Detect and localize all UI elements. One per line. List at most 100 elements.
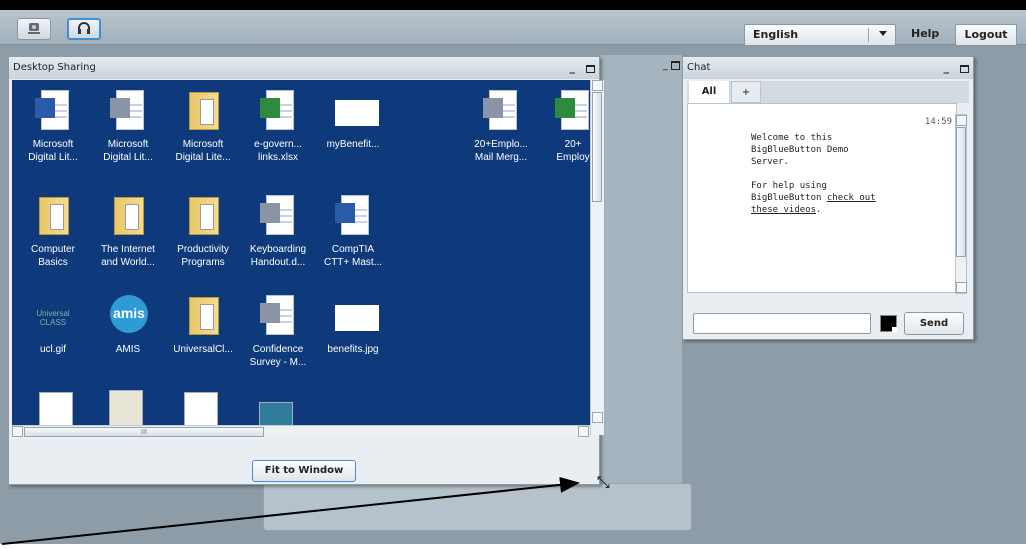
chat-tab-bar: All +: [687, 81, 969, 103]
word-doc-icon: [335, 195, 371, 239]
help-link[interactable]: Help: [911, 27, 939, 40]
desktop-icon-partial[interactable]: [39, 392, 73, 425]
desktop-icon-folder[interactable]: Computer Basics: [14, 195, 92, 269]
chat-message-input[interactable]: [693, 313, 871, 334]
maximize-icon[interactable]: [671, 61, 680, 70]
desktop-icon-partial[interactable]: [109, 390, 143, 425]
desktop-icon-label: Microsoft: [182, 139, 224, 150]
desktop-icon-label: Handout.d...: [250, 257, 306, 268]
scroll-up-icon[interactable]: [956, 115, 967, 126]
desktop-icon-label: Employ: [556, 152, 590, 163]
scroll-right-icon[interactable]: [578, 426, 589, 437]
desktop-icon-label: Programs: [181, 257, 225, 268]
desktop-icon-partial[interactable]: [184, 392, 218, 425]
chevron-down-icon: [879, 31, 887, 36]
desktop-icon-label: Digital Lit...: [103, 152, 153, 163]
desktop-icon-word-doc[interactable]: Microsoft Digital Lit...: [14, 90, 92, 164]
presentation-panel: [263, 483, 692, 531]
scroll-down-icon[interactable]: [956, 282, 967, 293]
top-black-bar: [0, 0, 1026, 10]
folder-icon: [185, 295, 221, 339]
desktop-icon-label: The Internet: [101, 244, 155, 255]
folder-icon: [110, 195, 146, 239]
desktop-icon-label: Survey - M...: [249, 357, 307, 368]
send-button[interactable]: Send: [904, 312, 964, 335]
desktop-icon-folder[interactable]: The Internet and World...: [89, 195, 167, 269]
desktop-icon-label: benefits.jpg: [327, 344, 379, 355]
desktop-sharing-titlebar[interactable]: Desktop Sharing _: [9, 57, 599, 79]
message-line: BigBlueButton Demo: [751, 145, 849, 155]
desktop-icon-label: Confidence: [252, 344, 304, 355]
app-canvas: English Help Logout _ Desktop Sharing _ …: [0, 10, 1026, 544]
vertical-scrollbar[interactable]: [590, 80, 604, 435]
generic-doc-icon: [260, 295, 296, 339]
webcam-button[interactable]: [17, 18, 51, 40]
desktop-icon-label: Microsoft: [107, 139, 149, 150]
desktop-icon-partial[interactable]: [259, 402, 293, 425]
scroll-down-icon[interactable]: [592, 412, 603, 423]
maximize-icon[interactable]: [960, 65, 969, 73]
videos-link[interactable]: check out: [827, 193, 876, 203]
add-tab-button[interactable]: +: [731, 81, 761, 103]
language-select[interactable]: English: [744, 24, 896, 46]
videos-link[interactable]: these videos: [751, 205, 816, 215]
desktop-icon-label: links.xlsx: [257, 152, 298, 163]
welcome-message: Welcome to this BigBlueButton Demo Serve…: [751, 132, 901, 216]
desktop-icon-folder[interactable]: Productivity Programs: [164, 195, 242, 269]
message-line: Server.: [751, 157, 789, 167]
desktop-icon-generic-doc[interactable]: 20+Emplo... Mail Merg...: [462, 90, 540, 164]
desktop-icon-excel-doc[interactable]: e-govern... links.xlsx: [239, 90, 317, 164]
desktop-icon-excel-doc[interactable]: 20+ Employ: [534, 90, 590, 164]
generic-doc-icon: [483, 90, 519, 134]
fit-to-window-button[interactable]: Fit to Window: [252, 460, 356, 482]
excel-doc-icon: [555, 90, 590, 134]
desktop-icon-label: Digital Lit...: [28, 152, 78, 163]
generic-doc-icon: [260, 195, 296, 239]
shared-desktop-view[interactable]: Microsoft Digital Lit... Microsoft Digital …: [12, 80, 590, 425]
ucl-image-icon: Universal CLASS: [36, 309, 70, 327]
desktop-icon-generic-doc[interactable]: Confidence Survey - M...: [239, 295, 317, 369]
desktop-icon-label: 20+: [564, 139, 582, 150]
maximize-icon[interactable]: [586, 65, 595, 73]
font-color-picker[interactable]: [880, 315, 897, 332]
minimize-icon[interactable]: _: [663, 60, 668, 71]
desktop-icon-word-doc[interactable]: CompTIA CTT+ Mast...: [314, 195, 392, 269]
scroll-thumb[interactable]: [956, 127, 966, 257]
minimize-icon[interactable]: _: [944, 57, 950, 79]
desktop-icon-generic-doc[interactable]: Microsoft Digital Lit...: [89, 90, 167, 164]
desktop-icon-folder[interactable]: UniversalCl...: [164, 295, 242, 356]
scroll-up-icon[interactable]: [592, 80, 603, 91]
desktop-icon-ucl-image[interactable]: Universal CLASS ucl.gif: [14, 295, 92, 356]
scroll-thumb[interactable]: III: [24, 427, 264, 437]
headset-button[interactable]: [67, 18, 101, 40]
chat-scrollbar[interactable]: [955, 114, 967, 294]
toolbar: English Help Logout: [0, 10, 1026, 46]
webcam-icon: [26, 21, 42, 38]
desktop-icon-label: Computer: [31, 244, 75, 255]
excel-doc-icon: [260, 90, 296, 134]
desktop-icon-image[interactable]: benefits.jpg: [314, 295, 392, 356]
desktop-sharing-window: Desktop Sharing _ Microsoft Digital Lit..…: [8, 56, 615, 493]
desktop-icon-label: Keyboarding: [249, 244, 307, 255]
scroll-thumb[interactable]: [592, 92, 602, 202]
desktop-icon-amis[interactable]: amis AMIS: [89, 295, 167, 356]
desktop-icon-folder[interactable]: Microsoft Digital Lite...: [164, 90, 242, 164]
desktop-icon-label: myBenefit...: [326, 139, 380, 150]
image-icon: [335, 295, 379, 339]
language-value: English: [753, 28, 799, 41]
desktop-icon-generic-doc[interactable]: Keyboarding Handout.d...: [239, 195, 317, 269]
window-title: Desktop Sharing: [13, 62, 96, 73]
desktop-icon-image[interactable]: myBenefit...: [314, 90, 392, 151]
horizontal-scrollbar[interactable]: III: [12, 425, 590, 438]
headset-icon: [76, 21, 92, 38]
desktop-icon-label: UniversalCl...: [173, 344, 233, 355]
window-title: Chat: [687, 62, 711, 73]
desktop-icon-label: 20+Emplo...: [474, 139, 528, 150]
minimize-icon[interactable]: _: [570, 57, 576, 79]
tab-all[interactable]: All: [689, 81, 729, 103]
scroll-left-icon[interactable]: [12, 426, 23, 437]
image-icon: [335, 90, 379, 134]
logout-button[interactable]: Logout: [955, 24, 1017, 46]
desktop-icon-label: and World...: [101, 257, 155, 268]
chat-titlebar[interactable]: Chat _: [683, 57, 973, 79]
